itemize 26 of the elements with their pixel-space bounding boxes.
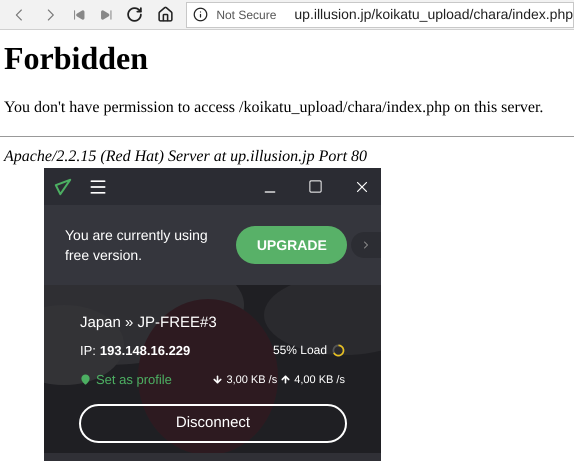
home-icon[interactable] [157,5,174,24]
upload-icon [280,374,292,386]
set-profile-link[interactable]: Set as profile [96,370,172,390]
server-name: Japan » JP-FREE#3 [80,313,218,333]
server-address: Apache/2.2.15 (Red Hat) Server at up.illusion.jp Port 80 [4,147,368,167]
skip-forward-icon[interactable] [100,8,112,22]
load-ring-icon [332,344,345,357]
download-icon [212,374,224,386]
maximize-icon[interactable] [308,179,323,194]
page-heading: Forbidden [4,39,150,78]
reload-icon[interactable] [126,5,144,24]
logo-icon [54,178,72,196]
load-text: 55% Load [272,342,327,360]
security-label: Not Secure [216,6,276,24]
pin-icon [80,374,91,386]
url-text: up.illusion.jp/koikatu_upload/chara/index.php [294,5,574,24]
error-message: You don't have permission to access /koikatu_upload/chara/index.php on this server. [4,98,544,118]
skip-back-icon[interactable] [73,8,86,22]
ip-label: IP: [80,342,96,360]
upload-speed: 4,00 KB /s [294,372,345,388]
ip-address: 193.148.16.229 [100,342,190,360]
download-speed: 3,00 KB /s [226,372,278,388]
disconnect-button[interactable]: Disconnect [79,404,347,442]
info-icon[interactable] [193,7,208,22]
banner-text: You are currently using free version. [65,226,209,265]
address-bar[interactable]: Not Secure up.illusion.jp/koikatu_upload/chara/index.php [186,2,574,28]
